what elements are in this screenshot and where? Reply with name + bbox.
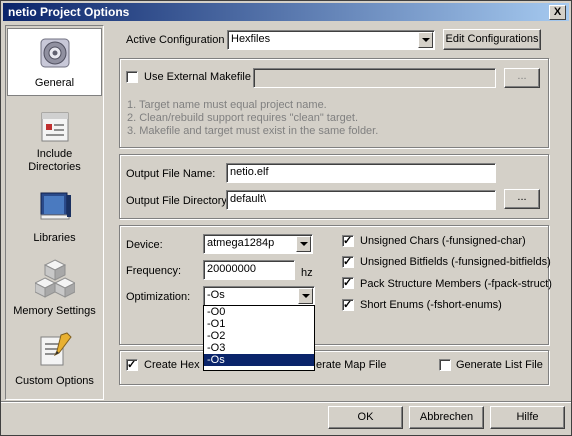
- frequency-input[interactable]: 20000000: [203, 260, 295, 280]
- sidebar-item-label: General: [34, 77, 75, 89]
- optimization-select[interactable]: -Os: [203, 286, 315, 306]
- chevron-down-icon[interactable]: [296, 236, 311, 252]
- chevron-down-icon[interactable]: [298, 288, 313, 304]
- frequency-unit: hz: [301, 267, 313, 279]
- generate-list-checkbox[interactable]: [439, 359, 451, 371]
- use-external-makefile-label: Use External Makefile: [144, 71, 251, 83]
- sidebar-item-memory-settings[interactable]: Memory Settings: [7, 258, 102, 322]
- output-file-directory-label: Output File Directory:: [126, 195, 230, 207]
- pencil-doc-icon: [40, 332, 72, 366]
- makefile-note-1: 1. Target name must equal project name.: [127, 99, 327, 111]
- chevron-down-icon[interactable]: [418, 32, 433, 48]
- sidebar: General Include Directories Libraries Me…: [5, 25, 104, 400]
- help-button[interactable]: Hilfe: [490, 406, 565, 429]
- output-file-name-label: Output File Name:: [126, 168, 216, 180]
- unsigned-chars-checkbox[interactable]: [342, 235, 354, 247]
- sidebar-item-label: Libraries: [33, 232, 76, 244]
- makefile-path-input[interactable]: [253, 68, 496, 88]
- sidebar-item-label: Memory Settings: [13, 305, 96, 317]
- use-external-makefile-checkbox[interactable]: [126, 71, 138, 83]
- optimization-option[interactable]: -O1: [204, 318, 314, 330]
- ok-button[interactable]: OK: [328, 406, 403, 429]
- unsigned-bitfields-label: Unsigned Bitfields (-funsigned-bitfields…: [360, 256, 551, 268]
- sidebar-item-label: Custom Options: [15, 375, 94, 387]
- sidebar-item-include-directories[interactable]: Include Directories: [7, 106, 102, 176]
- close-button[interactable]: X: [549, 5, 566, 20]
- sidebar-item-custom-options[interactable]: Custom Options: [7, 331, 102, 395]
- bottom-separator: [1, 401, 571, 403]
- output-file-directory-input[interactable]: default\: [226, 190, 496, 210]
- book-icon: [40, 192, 71, 220]
- sidebar-item-label: Include Directories: [28, 148, 81, 173]
- active-configuration-value: Hexfiles: [231, 33, 271, 45]
- folder-doc-icon: [41, 112, 68, 142]
- frequency-label: Frequency:: [126, 265, 182, 277]
- short-enums-checkbox[interactable]: [342, 299, 354, 311]
- blocks-icon: [34, 259, 75, 298]
- generate-list-label: Generate List File: [456, 359, 543, 371]
- device-select[interactable]: atmega1284p: [203, 234, 313, 254]
- gear-icon: [40, 38, 69, 68]
- optimization-label: Optimization:: [126, 291, 191, 303]
- makefile-note-2: 2. Clean/rebuild support requires "clean…: [127, 112, 358, 124]
- output-file-name-input[interactable]: netio.elf: [226, 163, 496, 183]
- unsigned-bitfields-checkbox[interactable]: [342, 256, 354, 268]
- edit-configurations-button[interactable]: Edit Configurations: [443, 29, 541, 50]
- cancel-button[interactable]: Abbrechen: [409, 406, 484, 429]
- sidebar-item-general[interactable]: General: [7, 28, 102, 96]
- optimization-option[interactable]: -O0: [204, 306, 314, 318]
- makefile-note-3: 3. Makefile and target must exist in the…: [127, 125, 379, 137]
- optimization-value: -Os: [207, 289, 225, 301]
- create-hex-checkbox[interactable]: [126, 359, 138, 371]
- active-configuration-label: Active Configuration: [126, 34, 225, 46]
- title-bar: netio Project Options X: [3, 3, 569, 21]
- active-configuration-select[interactable]: Hexfiles: [227, 30, 435, 50]
- optimization-option[interactable]: -O2: [204, 330, 314, 342]
- pack-structure-label: Pack Structure Members (-fpack-struct): [360, 278, 552, 290]
- output-directory-browse-button[interactable]: ...: [504, 189, 540, 209]
- project-options-dialog: netio Project Options X General Include …: [0, 0, 572, 436]
- optimization-option-selected[interactable]: -Os: [204, 354, 314, 366]
- pack-structure-checkbox[interactable]: [342, 277, 354, 289]
- generate-map-label: erate Map File: [316, 359, 387, 371]
- device-label: Device:: [126, 239, 163, 251]
- makefile-browse-button[interactable]: ...: [504, 68, 540, 88]
- create-hex-label: Create Hex F: [144, 359, 210, 371]
- sidebar-item-libraries[interactable]: Libraries: [7, 186, 102, 248]
- optimization-option[interactable]: -O3: [204, 342, 314, 354]
- optimization-dropdown-list: -O0 -O1 -O2 -O3 -Os: [203, 305, 315, 371]
- device-value: atmega1284p: [207, 237, 275, 249]
- short-enums-label: Short Enums (-fshort-enums): [360, 299, 502, 311]
- window-title: netio Project Options: [8, 5, 130, 19]
- unsigned-chars-label: Unsigned Chars (-funsigned-char): [360, 235, 526, 247]
